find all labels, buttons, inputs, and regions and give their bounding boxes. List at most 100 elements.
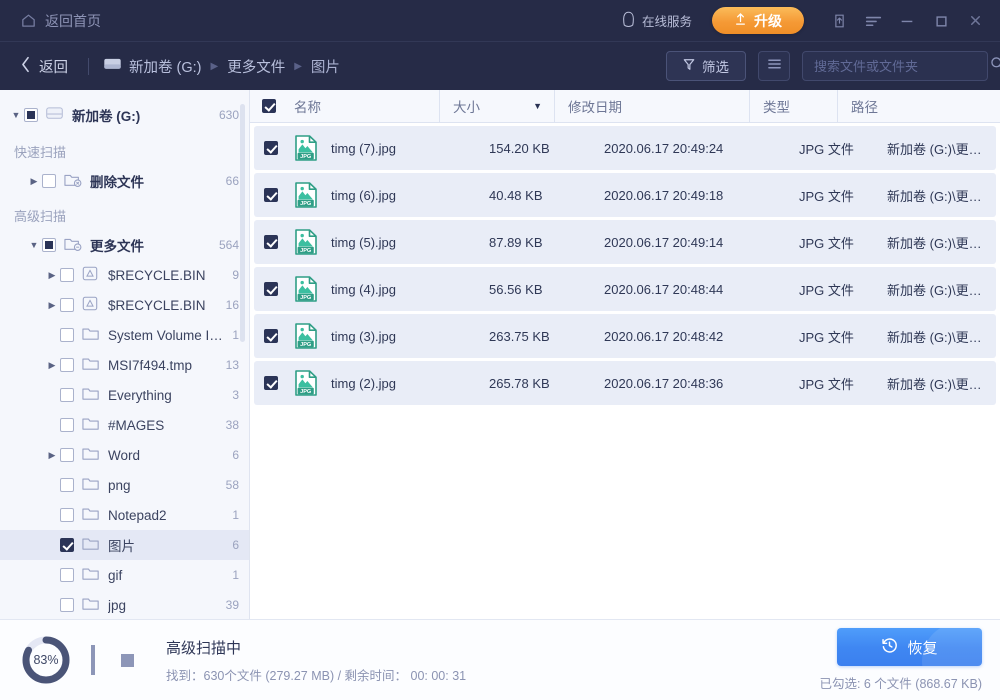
tree-node-icon [81,475,101,495]
online-service-label: 在线服务 [642,11,692,30]
tree-node-count: 38 [226,418,239,432]
tree-node-icon [81,415,101,435]
tree-node-checkbox[interactable] [60,328,74,342]
tree-node-checkbox[interactable] [60,478,74,492]
upgrade-button[interactable]: 升级 [712,7,804,34]
home-button[interactable]: 返回首页 [14,7,107,35]
recover-button[interactable]: 恢复 [837,628,982,666]
table-row[interactable]: JPGtimg (2).jpg265.78 KB2020.06.17 20:48… [254,361,996,405]
tree-node-checkbox[interactable] [60,568,74,582]
stop-button[interactable] [114,645,140,675]
tree-node-recyclebin[interactable]: ▶$RECYCLE.BIN16 [0,290,249,320]
tree-node-checkbox[interactable] [60,268,74,282]
tree-node-count: 1 [232,328,239,342]
search-input[interactable] [814,59,990,74]
chevron-right-icon[interactable]: ▶ [44,450,60,461]
tree-node-新加卷g[interactable]: ▼新加卷 (G:)630 [0,98,249,132]
column-header-size[interactable]: 大小 ▼ [440,90,555,122]
scan-info: 高级扫描中 找到：630个文件 (279.27 MB) / 剩余时间： 00: … [166,637,466,684]
breadcrumb-item-2[interactable]: 图片 [311,56,340,77]
row-checkbox[interactable] [254,188,294,202]
tree-node-checkbox[interactable] [60,538,74,552]
checkbox-box[interactable] [264,188,278,202]
chevron-down-icon[interactable]: ▼ [8,110,24,120]
tree-node-checkbox[interactable] [42,174,56,188]
row-checkbox[interactable] [254,235,294,249]
menu-icon[interactable] [856,6,890,36]
breadcrumb-item-drive[interactable]: 新加卷 (G:) [103,56,202,77]
close-icon[interactable] [958,6,992,36]
title-bar: 返回首页 在线服务 升级 [0,0,1000,41]
tree-node-checkbox[interactable] [60,418,74,432]
tree-node-msi7f494tmp[interactable]: ▶MSI7f494.tmp13 [0,350,249,380]
tree-node-checkbox[interactable] [60,448,74,462]
tree-node-checkbox[interactable] [42,238,56,252]
tree-node-checkbox[interactable] [60,388,74,402]
tree-node-checkbox[interactable] [24,108,38,122]
table-row[interactable]: JPGtimg (6).jpg40.48 KB2020.06.17 20:49:… [254,173,996,217]
column-header-name[interactable]: 名称 [250,90,440,122]
minimize-icon[interactable] [890,6,924,36]
table-row[interactable]: JPGtimg (7).jpg154.20 KB2020.06.17 20:49… [254,126,996,170]
row-checkbox[interactable] [254,376,294,390]
back-button[interactable]: 返回 [14,52,74,81]
table-row[interactable]: JPGtimg (3).jpg263.75 KB2020.06.17 20:48… [254,314,996,358]
checkbox-box[interactable] [264,235,278,249]
tree-node-mages[interactable]: ▶#MAGES38 [0,410,249,440]
breadcrumb-item-1[interactable]: 更多文件 [227,56,285,77]
chevron-right-icon[interactable]: ▶ [44,360,60,371]
tree-node-systemvolumeinf[interactable]: ▶System Volume Inf...1 [0,320,249,350]
chevron-down-icon[interactable]: ▼ [26,240,42,250]
tree-node-everything[interactable]: ▶Everything3 [0,380,249,410]
tree-node-notepad2[interactable]: ▶Notepad21 [0,500,249,530]
tree-node-word[interactable]: ▶Word6 [0,440,249,470]
checkbox-box[interactable] [264,329,278,343]
pause-button[interactable] [80,645,106,675]
home-icon [20,12,37,29]
tree-node-更多文件[interactable]: ▼更多文件564 [0,230,249,260]
tree-node-gif[interactable]: ▶gif1 [0,560,249,590]
filter-button[interactable]: 筛选 [666,51,746,81]
cell-type: JPG 文件 [790,139,878,158]
row-checkbox[interactable] [254,329,294,343]
column-label-path: 路径 [851,96,878,116]
tree-node-图片[interactable]: ▶图片6 [0,530,249,560]
svg-text:JPG: JPG [300,342,311,348]
cell-name: JPGtimg (7).jpg [294,135,480,161]
tree-node-checkbox[interactable] [60,358,74,372]
select-all-checkbox[interactable] [250,99,294,113]
maximize-icon[interactable] [924,6,958,36]
tree-node-png[interactable]: ▶png58 [0,470,249,500]
footer-actions: 恢复 已勾选: 6 个文件 (868.67 KB) [819,628,982,692]
list-view-button[interactable] [758,51,790,81]
chevron-right-icon[interactable]: ▶ [44,270,60,281]
tree-node-count: 564 [219,238,239,252]
tree-node-checkbox[interactable] [60,598,74,612]
search-box[interactable] [802,51,988,81]
chevron-right-icon[interactable]: ▶ [44,300,60,311]
tree-node-icon [81,595,101,615]
tree-node-jpg[interactable]: ▶jpg39 [0,590,249,619]
checkbox-box[interactable] [264,141,278,155]
tree-node-checkbox[interactable] [60,298,74,312]
export-icon[interactable] [822,6,856,36]
row-checkbox[interactable] [254,141,294,155]
checkbox-box[interactable] [264,376,278,390]
caret-down-icon[interactable]: ▼ [533,101,542,111]
table-row[interactable]: JPGtimg (5).jpg87.89 KB2020.06.17 20:49:… [254,220,996,264]
tree-node-checkbox[interactable] [60,508,74,522]
chevron-right-icon[interactable]: ▶ [26,176,42,187]
online-service-button[interactable]: 在线服务 [613,7,700,35]
column-header-type[interactable]: 类型 [750,90,838,122]
row-checkbox[interactable] [254,282,294,296]
sidebar-scrollbar[interactable] [240,104,245,342]
folder-icon [81,595,101,615]
tree-node-recyclebin[interactable]: ▶$RECYCLE.BIN9 [0,260,249,290]
table-row[interactable]: JPGtimg (4).jpg56.56 KB2020.06.17 20:48:… [254,267,996,311]
column-header-path[interactable]: 路径 [838,90,1000,122]
search-icon[interactable] [990,56,1000,76]
checkbox-box[interactable] [264,282,278,296]
tree-section-label: 高级扫描 [0,196,249,230]
column-header-date[interactable]: 修改日期 [555,90,750,122]
tree-node-删除文件[interactable]: ▶删除文件66 [0,166,249,196]
